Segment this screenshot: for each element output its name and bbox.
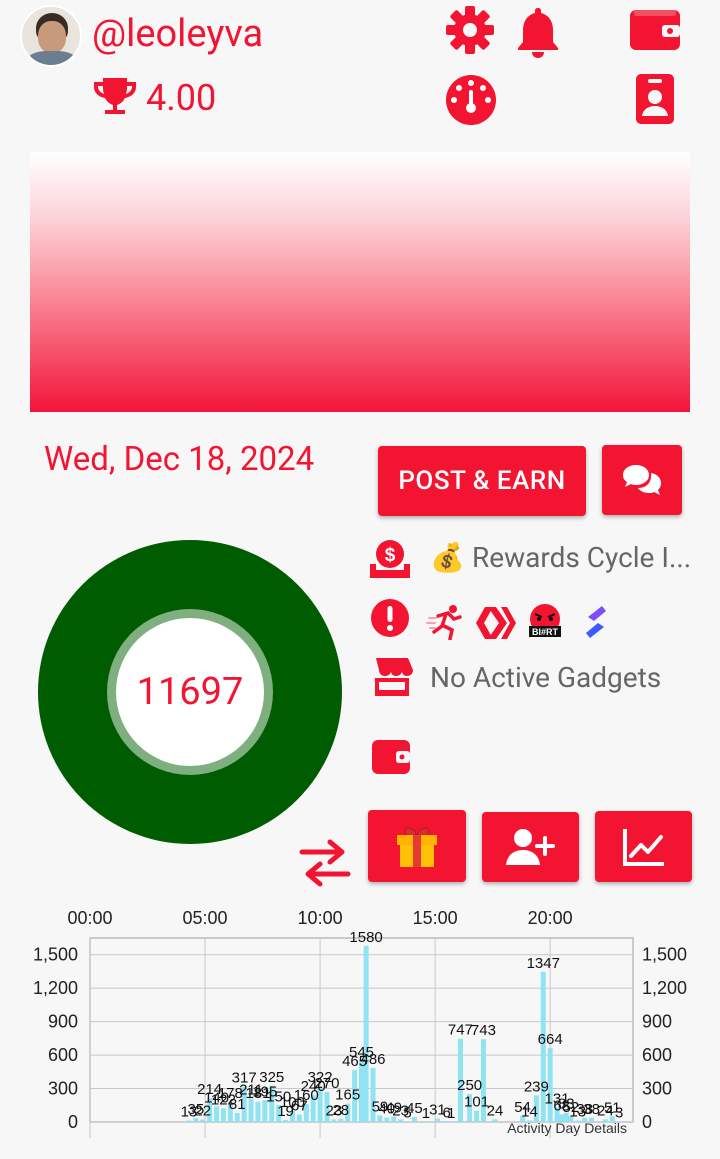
chart-y-tick-left: 0: [68, 1112, 78, 1132]
wallet-icon[interactable]: [628, 8, 682, 52]
chart-bar: [283, 1119, 289, 1122]
chart-data-label: 1347: [527, 955, 560, 972]
chart-data-label: 81: [229, 1096, 246, 1113]
chart-bar: [474, 1110, 480, 1122]
stats-chart-button[interactable]: [595, 811, 692, 882]
alert-icon[interactable]: [370, 598, 410, 638]
dashboard-gauge-icon[interactable]: [445, 74, 497, 126]
swap-s-icon[interactable]: [582, 604, 610, 640]
chart-y-tick-right: 0: [642, 1112, 652, 1132]
svg-text:BI#RT: BI#RT: [532, 627, 559, 637]
chat-icon: [621, 463, 663, 497]
chart-bar: [186, 1120, 192, 1122]
chart-data-label: 45: [406, 1100, 423, 1117]
trophy-icon: [92, 76, 138, 116]
chart-bar: [234, 1112, 240, 1122]
chart-bar: [411, 1116, 417, 1122]
chart-top-tick: 15:00: [413, 908, 458, 928]
chart-y-tick-right: 600: [642, 1045, 672, 1065]
score-value: 4.00: [146, 77, 217, 119]
chart-data-label: 664: [538, 1031, 563, 1048]
bbrt-angry-icon[interactable]: BI#RT: [526, 603, 564, 641]
chart-data-label: 24: [487, 1102, 504, 1119]
chart-bar: [423, 1121, 429, 1123]
id-badge-icon[interactable]: [634, 72, 676, 126]
gift-icon: [394, 823, 440, 869]
post-earn-label: POST & EARN: [398, 466, 566, 496]
chart-bar: [405, 1121, 411, 1122]
chart-top-tick: 10:00: [298, 908, 343, 928]
line-chart-icon: [622, 827, 666, 867]
hive-icon[interactable]: [474, 604, 518, 642]
chart-bar: [214, 1106, 220, 1122]
username: @leoleyva: [92, 12, 264, 56]
chart-y-tick-right: 900: [642, 1012, 672, 1032]
gift-button[interactable]: [368, 810, 466, 882]
chart-y-tick-left: 300: [48, 1079, 78, 1099]
wallet-small-icon[interactable]: [370, 738, 412, 776]
chart-data-label: 165: [335, 1087, 360, 1104]
chart-top-tick: 00:00: [67, 908, 112, 928]
chart-footer-label: Activity Day Details: [507, 1120, 627, 1136]
svg-text:$: $: [385, 545, 396, 566]
chart-data-label: 325: [259, 1069, 284, 1086]
chart-y-tick-right: 1,200: [642, 978, 687, 998]
chart-bar: [384, 1117, 390, 1122]
date-label: Wed, Dec 18, 2024: [44, 440, 315, 479]
add-user-button[interactable]: [482, 812, 579, 882]
chart-bar: [220, 1108, 226, 1122]
gadgets-text: No Active Gadgets: [430, 661, 662, 694]
chart-data-label: 743: [471, 1022, 496, 1039]
chart-y-tick-right: 1,500: [642, 945, 687, 965]
chart-y-tick-left: 1,500: [33, 945, 78, 965]
post-earn-button[interactable]: POST & EARN: [378, 446, 586, 516]
gauge-center: 11697: [116, 618, 264, 766]
chart-data-label: 1: [447, 1105, 455, 1122]
chat-button[interactable]: [602, 445, 682, 515]
avatar[interactable]: [20, 5, 82, 67]
chart-bar: [296, 1114, 302, 1122]
chart-y-tick-right: 300: [642, 1079, 672, 1099]
chart-bar: [255, 1101, 261, 1122]
runner-icon[interactable]: [426, 604, 466, 640]
chart-y-tick-left: 1,200: [33, 978, 78, 998]
chart-data-label: 14: [521, 1103, 538, 1120]
store-icon[interactable]: [370, 656, 414, 698]
chart-bar: [200, 1119, 206, 1122]
chart-bar: [448, 1121, 454, 1123]
chart-data-label: 28: [332, 1102, 349, 1119]
chart-y-tick-left: 600: [48, 1045, 78, 1065]
chart-top-tick: 05:00: [183, 908, 228, 928]
gear-icon[interactable]: [446, 6, 494, 54]
chart-bar: [363, 945, 369, 1122]
chart-bar: [434, 1118, 440, 1122]
chart-data-label: 101: [464, 1094, 489, 1111]
chart-data-label: 747: [448, 1022, 473, 1039]
add-user-icon: [505, 828, 557, 866]
banner: [30, 152, 690, 412]
activity-chart: 00:00 05:00 10:00 15:00 20:00 0 0 300 300 600 600 9…: [0, 895, 720, 1159]
rewards-cycle-text[interactable]: Rewards Cycle I...: [472, 540, 691, 576]
chart-data-label: 1580: [349, 929, 382, 946]
bell-icon[interactable]: [514, 6, 562, 58]
chart-bar: [492, 1119, 498, 1122]
activity-chart-svg: 00:00 05:00 10:00 15:00 20:00 0 0 300 300 600 600 9…: [33, 908, 687, 1138]
rewards-dollar-icon[interactable]: $: [368, 538, 412, 580]
chart-top-tick: 20:00: [528, 908, 573, 928]
chart-bar: [248, 1098, 254, 1122]
chart-data-label: 250: [457, 1077, 482, 1094]
chart-bar: [331, 1119, 337, 1122]
money-bag-icon: 💰: [430, 541, 465, 574]
chart-y-tick-left: 900: [48, 1012, 78, 1032]
chart-data-label: 486: [360, 1051, 385, 1068]
swap-arrows-icon[interactable]: [298, 836, 352, 888]
gauge-value: 11697: [136, 670, 244, 714]
